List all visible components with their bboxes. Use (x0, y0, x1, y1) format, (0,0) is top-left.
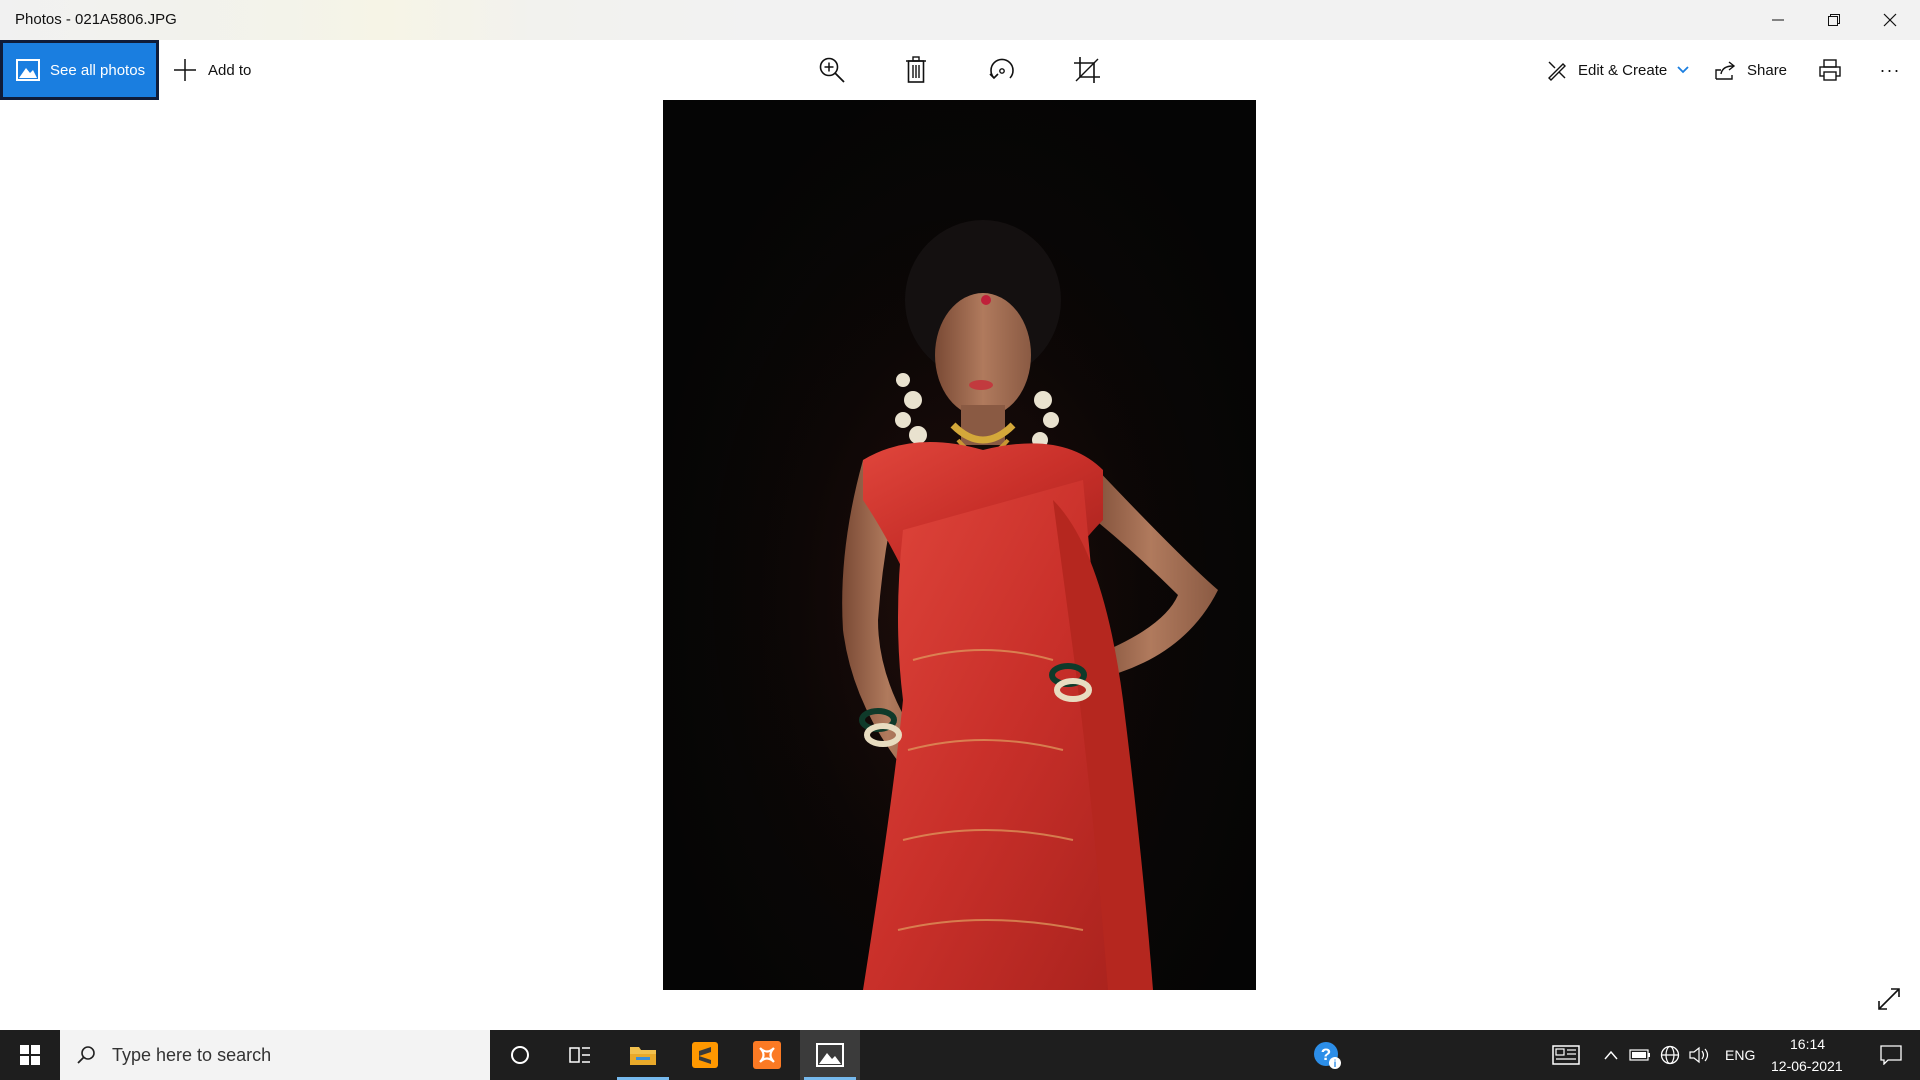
edit-create-button[interactable]: Edit & Create (1546, 40, 1689, 100)
taskbar: Type here to search ? i ENG 16:14 12-06-… (0, 1030, 1920, 1080)
clock-date[interactable]: 12-06-2021 (1771, 1058, 1843, 1074)
print-button[interactable] (1808, 40, 1852, 100)
taskbar-xampp[interactable] (737, 1030, 797, 1080)
more-label: ··· (1879, 59, 1901, 80)
close-button[interactable] (1862, 0, 1918, 40)
folder-icon (630, 1047, 656, 1065)
print-icon (1819, 59, 1841, 81)
notification-icon (1880, 1045, 1902, 1065)
help-button[interactable]: ? i (1297, 1030, 1357, 1080)
delete-button[interactable] (894, 40, 938, 100)
zoom-button[interactable] (810, 40, 854, 100)
edit-create-label: Edit & Create (1578, 61, 1668, 79)
photo-viewer-image[interactable] (663, 100, 1256, 990)
share-button[interactable]: Share (1715, 40, 1787, 100)
task-view-icon (569, 1047, 590, 1063)
share-icon (1715, 60, 1737, 80)
search-placeholder: Type here to search (112, 1044, 272, 1065)
battery-icon (1629, 1049, 1650, 1061)
help-icon: ? i (1314, 1042, 1341, 1070)
add-to-label: Add to (208, 61, 252, 79)
taskbar-file-explorer[interactable] (613, 1030, 673, 1080)
see-all-photos-label: See all photos (50, 61, 146, 79)
close-icon (1883, 13, 1897, 27)
more-options-button[interactable]: ··· (1868, 40, 1912, 100)
edit-create-icon (1546, 59, 1568, 81)
rotate-icon (989, 58, 1014, 80)
portrait-photo (663, 100, 1256, 990)
windows-logo-icon (20, 1045, 40, 1065)
plus-icon (172, 57, 198, 83)
task-view-button[interactable] (550, 1030, 610, 1080)
rotate-button[interactable] (980, 40, 1024, 100)
chevron-down-icon (1677, 66, 1689, 74)
share-label: Share (1747, 61, 1788, 79)
restore-icon (1828, 14, 1840, 26)
speaker-icon (1689, 1046, 1709, 1064)
input-language-indicator[interactable]: ENG (1725, 1047, 1755, 1063)
see-all-photos-button[interactable]: See all photos (0, 40, 159, 100)
network-button[interactable] (1656, 1030, 1684, 1080)
action-center-button[interactable] (1862, 1030, 1920, 1080)
cortana-button[interactable] (490, 1030, 550, 1080)
taskbar-search-box[interactable]: Type here to search (60, 1030, 490, 1080)
chevron-up-icon (1604, 1050, 1618, 1060)
title-bar: Photos - 021A5806.JPG (0, 0, 1920, 40)
start-button[interactable] (0, 1030, 60, 1080)
sublime-text-icon (692, 1042, 718, 1068)
window-title: Photos - 021A5806.JPG (15, 11, 177, 28)
cortana-icon (511, 1046, 529, 1064)
expand-icon (1878, 988, 1900, 1010)
news-button[interactable] (1536, 1030, 1596, 1080)
news-icon (1552, 1045, 1580, 1065)
minimize-button[interactable] (1750, 0, 1806, 40)
photos-icon (16, 59, 40, 81)
taskbar-sublime-text[interactable] (675, 1030, 735, 1080)
crop-icon (1074, 57, 1100, 83)
taskbar-photos[interactable] (800, 1030, 860, 1080)
minimize-icon (1772, 19, 1784, 21)
zoom-in-icon (819, 57, 845, 83)
battery-button[interactable] (1626, 1030, 1654, 1080)
volume-button[interactable] (1686, 1030, 1714, 1080)
globe-icon (1660, 1045, 1680, 1065)
restore-button[interactable] (1806, 0, 1862, 40)
trash-icon (906, 56, 926, 83)
crop-button[interactable] (1065, 40, 1109, 100)
search-icon (76, 1045, 96, 1065)
svg-text:i: i (1334, 1059, 1337, 1070)
xampp-icon (753, 1041, 781, 1069)
fullscreen-button[interactable] (1874, 984, 1904, 1014)
photos-app-icon (816, 1043, 844, 1067)
add-to-button[interactable]: Add to (172, 40, 251, 100)
clock-time[interactable]: 16:14 (1790, 1036, 1825, 1052)
show-hidden-icons-button[interactable] (1598, 1030, 1624, 1080)
